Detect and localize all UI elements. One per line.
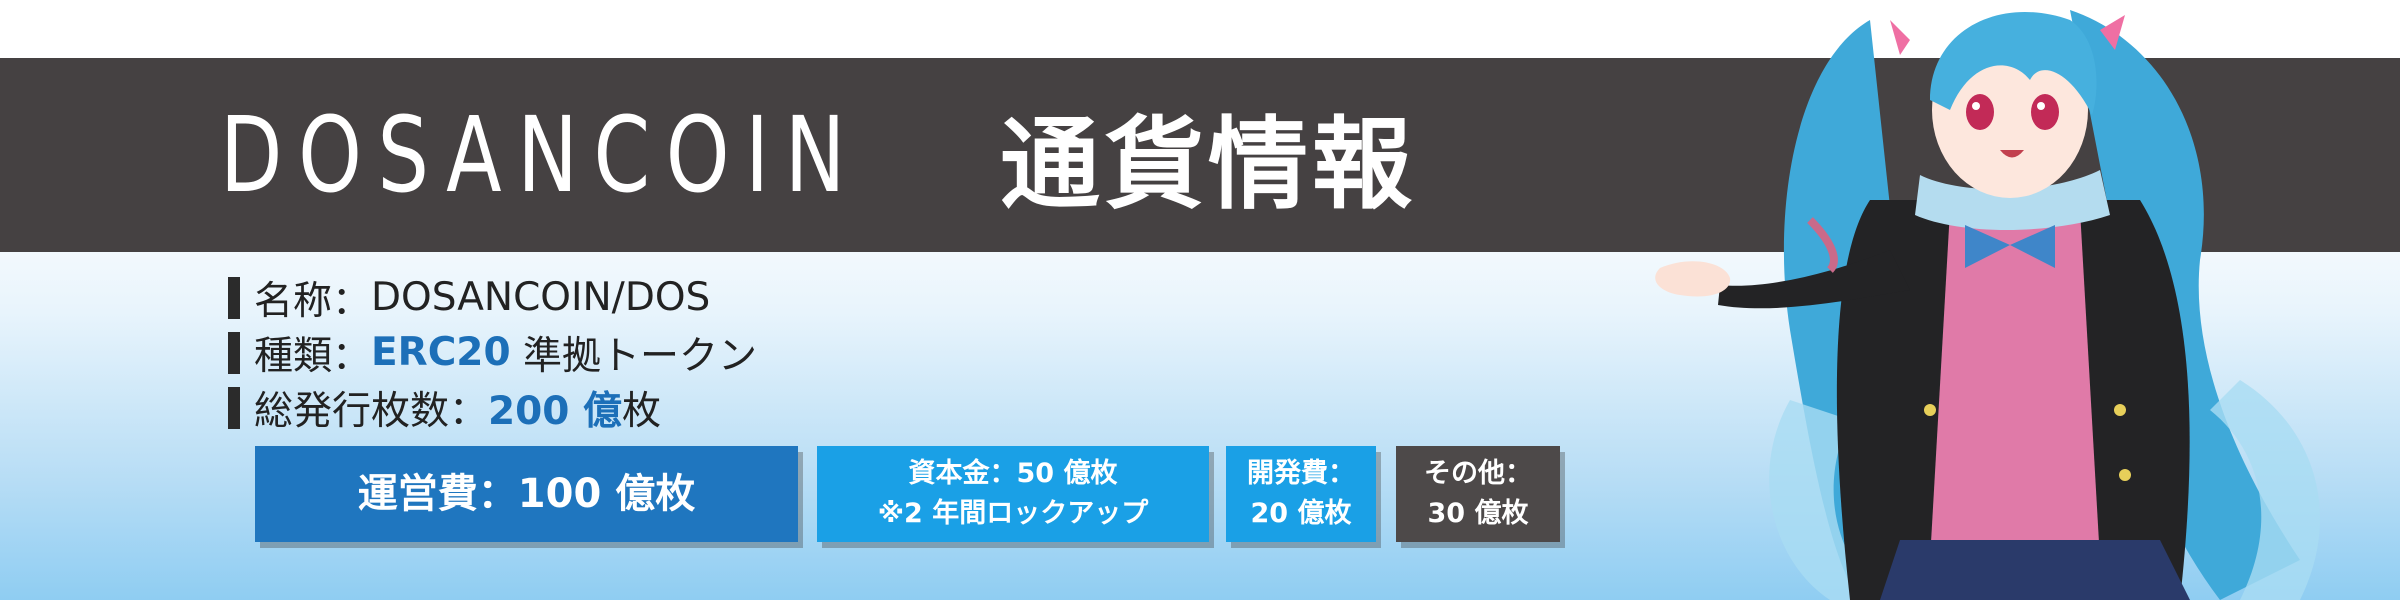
capital-text: 資本金：50 億枚 — [908, 457, 1118, 489]
capital-box: 資本金：50 億枚 ※2 年間ロックアップ — [817, 446, 1209, 542]
development-label: 開発費： — [1247, 457, 1355, 489]
info-label: 種類： — [254, 333, 372, 379]
title-japanese: 通貨情報 — [1000, 105, 1416, 223]
mascot-character-illustration — [1655, 10, 2320, 600]
operations-fee-text: 運営費：100 億枚 — [357, 471, 696, 517]
info-row-supply: 総発行枚数： 200 億 枚 — [228, 380, 757, 435]
info-row-type: 種類： ERC20 準拠トークン — [228, 325, 757, 380]
bullet-bar — [228, 386, 240, 429]
coin-info-list: 名称： DOSANCOIN/DOS 種類： ERC20 準拠トークン 総発行枚数… — [228, 270, 757, 435]
info-row-name: 名称： DOSANCOIN/DOS — [228, 270, 757, 325]
other-label: その他： — [1424, 457, 1532, 489]
development-fee-box: 開発費： 20 億枚 — [1226, 446, 1376, 542]
bullet-bar — [228, 331, 240, 374]
info-highlight: 200 億 — [488, 388, 623, 434]
info-highlight: ERC20 — [371, 330, 511, 375]
title-english: DOSANCOIN — [220, 94, 861, 216]
info-suffix: 枚 — [622, 388, 662, 434]
other-value: 30 億枚 — [1427, 498, 1529, 529]
operations-fee-box: 運営費：100 億枚 — [255, 446, 798, 542]
bullet-bar — [228, 276, 240, 319]
info-suffix: 準拠トークン — [510, 333, 757, 379]
info-value: DOSANCOIN/DOS — [371, 275, 711, 320]
info-label: 名称： — [254, 278, 372, 324]
info-label: 総発行枚数： — [254, 388, 489, 434]
page-title: DOSANCOIN 通貨情報 — [220, 94, 1416, 223]
other-box: その他： 30 億枚 — [1396, 446, 1560, 542]
capital-lockup-note: ※2 年間ロックアップ — [877, 498, 1149, 529]
development-value: 20 億枚 — [1250, 498, 1352, 529]
